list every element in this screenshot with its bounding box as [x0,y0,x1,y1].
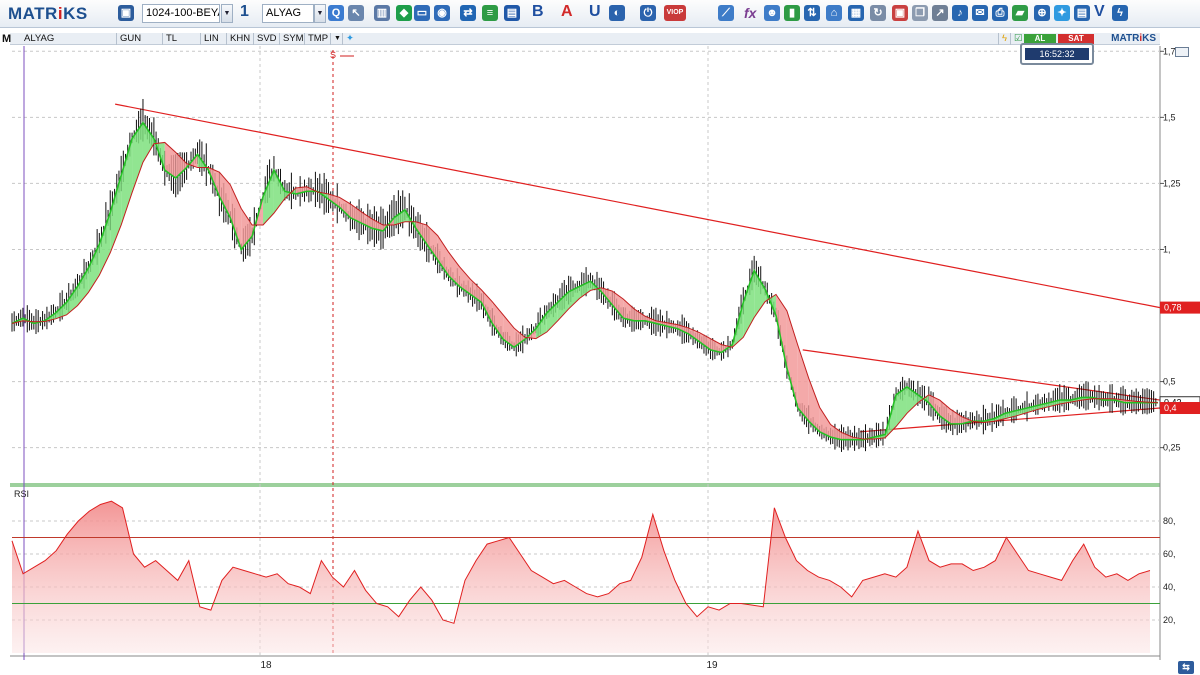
price-tick-label: 1,5 [1163,112,1176,122]
clock-time: 16:52:32 [1025,48,1089,60]
trading-app: MATRiKS ▣ 1024-100-BEYA ▼ 1 ALYAG ▼ Q ↖ … [0,0,1200,675]
side-panel [1163,33,1200,73]
price-tick-label: 1,25 [1163,178,1181,188]
price-tick-label: 0,25 [1163,443,1181,453]
price-marker-label: 0,4 [1164,403,1177,413]
signal-marker[interactable]: S [330,50,336,60]
clock-widget: 16:52:32 [1020,43,1094,65]
price-tick-label: 0,5 [1163,377,1176,387]
time-label: 18 [260,660,272,671]
price-tick-label: 1, [1163,244,1171,254]
navigation-icon[interactable]: ⇆ [1178,661,1194,674]
rsi-tick-label: 40, [1163,582,1176,592]
rsi-fill [12,501,1150,653]
price-chart[interactable]: 1,751,51,251,0,50,2580,60,40,20,18 190,78… [0,0,1200,675]
time-label: 19 [706,660,718,671]
rsi-tick-label: 20, [1163,615,1176,625]
rsi-tick-label: 60, [1163,549,1176,559]
rsi-title: RSI [14,489,29,499]
price-marker-label: 0,78 [1164,303,1182,313]
grid-toggle-icon[interactable] [1175,47,1189,57]
rsi-line [11,500,1160,653]
rsi-tick-label: 80, [1163,516,1176,526]
